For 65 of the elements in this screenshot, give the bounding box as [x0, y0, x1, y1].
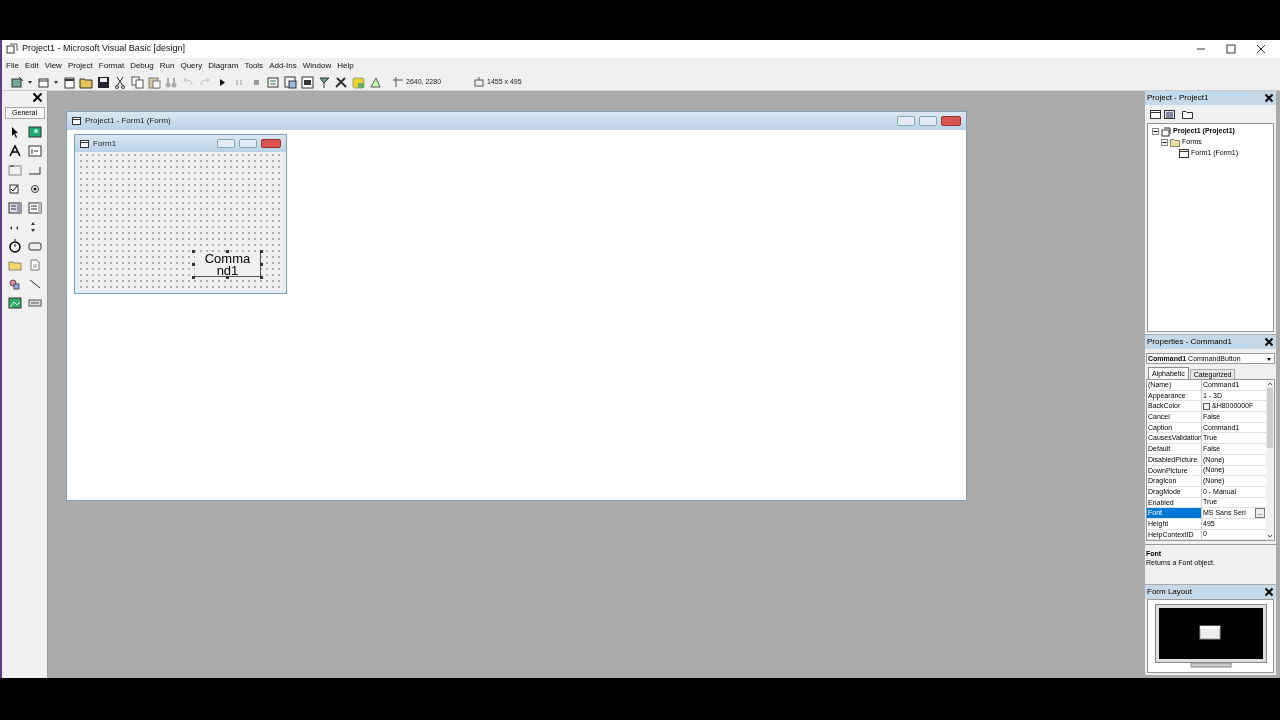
menu-item[interactable]: Project	[67, 60, 93, 72]
image-icon[interactable]	[7, 296, 22, 310]
menu-item[interactable]: Format	[98, 60, 125, 72]
menu-item[interactable]: Edit	[24, 60, 39, 72]
file-icon[interactable]	[27, 258, 42, 272]
menu-item[interactable]: Add-Ins	[269, 60, 297, 72]
size-icon	[474, 77, 484, 87]
stopwatch-icon[interactable]	[7, 239, 22, 253]
window-icon	[72, 117, 81, 125]
copy-icon[interactable]	[130, 75, 144, 89]
menu-item[interactable]: Tools	[244, 60, 264, 72]
close-icon[interactable]	[1264, 93, 1274, 103]
panel-title: Properties - Command1	[1147, 336, 1233, 348]
frame-icon[interactable]	[7, 163, 22, 177]
collapse-toggle-icon[interactable]	[1161, 139, 1168, 146]
resize-handle[interactable]	[260, 276, 263, 279]
close-icon[interactable]	[1264, 337, 1274, 347]
scroll-down-icon[interactable]	[1267, 532, 1273, 540]
scroll-thumb[interactable]	[1267, 388, 1273, 448]
resize-handle[interactable]	[226, 250, 229, 253]
folder-icon[interactable]	[1182, 109, 1193, 119]
form-icon	[1179, 149, 1189, 158]
menu-item[interactable]: View	[44, 60, 62, 72]
scrollbar[interactable]	[1266, 380, 1274, 540]
close-icon[interactable]	[1256, 44, 1266, 54]
resize-handle[interactable]	[226, 276, 229, 279]
menu-item[interactable]: Diagram	[208, 60, 239, 72]
close-icon[interactable]	[1264, 587, 1274, 597]
resize-handle[interactable]	[192, 250, 195, 253]
line-icon[interactable]	[27, 277, 42, 291]
menu-item[interactable]: Window	[302, 60, 332, 72]
scissors-icon[interactable]	[113, 75, 127, 89]
window-title: Project1 - Microsoft Visual Basic [design]	[22, 42, 185, 56]
label-tool-icon[interactable]	[7, 144, 22, 158]
close-icon[interactable]	[32, 92, 43, 103]
scroll-up-icon[interactable]	[1267, 380, 1273, 388]
floppy-icon[interactable]	[96, 75, 110, 89]
panel-title: Form Layout	[1147, 586, 1193, 598]
textbox-icon[interactable]	[27, 144, 42, 158]
paste-icon[interactable]	[147, 75, 161, 89]
position-icon	[393, 77, 403, 87]
resize-handle[interactable]	[192, 276, 195, 279]
menu-item[interactable]: Help	[337, 60, 354, 72]
maximize-icon[interactable]	[1226, 44, 1236, 54]
panel-title: Project - Project1	[1147, 92, 1210, 104]
shapes-icon[interactable]	[7, 277, 22, 291]
close-button[interactable]	[261, 139, 281, 148]
menu-item[interactable]: Debug	[130, 60, 154, 72]
folder-icon	[1170, 138, 1180, 147]
resize-handle[interactable]	[260, 263, 263, 266]
resize-handle[interactable]	[260, 250, 263, 253]
collapse-toggle-icon[interactable]	[1152, 128, 1159, 135]
resize-handle[interactable]	[192, 263, 195, 266]
checkbox-icon[interactable]	[7, 182, 22, 196]
app-icon	[6, 43, 18, 55]
menu-item[interactable]: Run	[159, 60, 175, 72]
menu-item[interactable]: File	[6, 60, 19, 72]
window-title: Project1 - Form1 (Form)	[85, 115, 171, 127]
listbox-icon[interactable]	[27, 201, 42, 215]
command-button[interactable]: Command1	[195, 253, 261, 277]
window-icon	[80, 139, 89, 148]
picture-icon[interactable]	[27, 125, 42, 139]
combobox-icon[interactable]	[7, 201, 22, 215]
form-title: Form1	[93, 137, 117, 150]
menu-item[interactable]: Query	[180, 60, 203, 72]
